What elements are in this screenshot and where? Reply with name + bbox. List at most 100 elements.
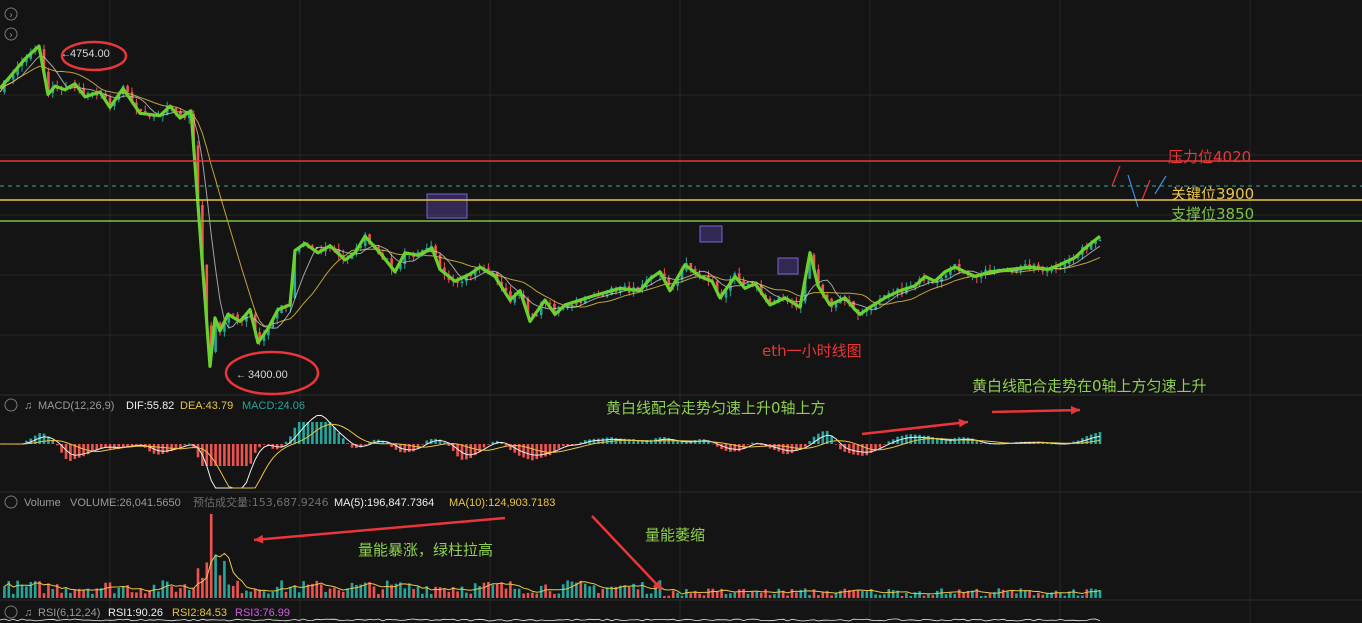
- macd-bar: [711, 443, 715, 445]
- volume-bar: [733, 592, 737, 598]
- volume-bar: [271, 591, 275, 598]
- macd-bar: [227, 444, 231, 466]
- volume-bar: [821, 592, 825, 598]
- candle-body: [927, 280, 930, 282]
- macd-bar: [55, 444, 59, 446]
- volume-bar: [117, 587, 121, 598]
- macd-bar: [544, 444, 547, 457]
- volume-bar: [715, 591, 719, 598]
- volume-ma5: MA(5):196,847.7364: [334, 497, 434, 509]
- macd-bar: [363, 444, 367, 445]
- macd-bar: [808, 441, 811, 444]
- volume-bar: [443, 588, 446, 598]
- bell-icon[interactable]: ♫: [24, 607, 32, 619]
- volume-bar: [856, 590, 860, 598]
- volume-bar: [482, 582, 486, 598]
- macd-bar: [1050, 443, 1053, 445]
- ma-line-yellow: [0, 65, 1101, 327]
- macd-bar: [786, 444, 789, 455]
- annotation-arrow-2: [991, 408, 1081, 414]
- macd-bar: [77, 444, 81, 458]
- volume-bar: [368, 582, 371, 598]
- projection-stroke: [1154, 175, 1167, 195]
- volume-bar: [676, 592, 679, 598]
- volume-bar: [447, 591, 451, 598]
- macd-bar: [927, 435, 930, 444]
- volume-bar: [350, 582, 354, 598]
- volume-bar: [544, 584, 547, 598]
- volume-panel: [3, 514, 1102, 598]
- annotation-arrow-1: [861, 420, 969, 436]
- volume-annotation-1: 量能暴涨，绿柱拉高: [358, 541, 493, 559]
- volume-bar: [20, 584, 24, 598]
- macd-bar: [447, 444, 451, 446]
- macd-bar: [179, 444, 182, 448]
- macd-bar: [487, 444, 490, 445]
- ma-line-white: [0, 55, 1101, 329]
- volume-bar: [143, 593, 147, 598]
- volume-bar: [689, 593, 693, 598]
- volume-bar: [179, 588, 182, 598]
- macd-bar: [610, 437, 613, 444]
- expand-button-2[interactable]: ›: [4, 27, 18, 41]
- volume-bar: [887, 589, 891, 598]
- volume-bar: [245, 590, 248, 598]
- volume-bar: [108, 582, 112, 598]
- trend-line: [0, 44, 1101, 368]
- volume-bar: [170, 586, 173, 598]
- volume-bar: [152, 584, 156, 598]
- volume-bar: [935, 590, 939, 598]
- volume-bar: [104, 582, 107, 598]
- collapse-icon[interactable]: [4, 605, 18, 619]
- volume-bar: [69, 592, 72, 598]
- volume-indicator-name: Volume: [24, 497, 61, 509]
- macd-bar: [535, 444, 539, 460]
- candle-body: [1023, 264, 1027, 266]
- volume-bar: [865, 591, 869, 598]
- volume-bar: [64, 588, 68, 598]
- volume-bar: [16, 580, 19, 598]
- volume-bar: [187, 590, 191, 598]
- chart-title: eth一小时线图: [762, 342, 862, 360]
- candle-body: [623, 286, 627, 288]
- volume-bar: [1081, 595, 1084, 598]
- macd-bar: [196, 444, 200, 458]
- volume-bar: [29, 581, 33, 598]
- volume-bar: [944, 594, 948, 598]
- volume-bar: [214, 554, 217, 598]
- volume-bar: [843, 588, 847, 598]
- volume-bar: [3, 586, 6, 598]
- volume-bar: [161, 580, 165, 598]
- volume-bar: [764, 589, 767, 598]
- volume-bar: [333, 587, 336, 598]
- volume-bar: [1089, 588, 1093, 598]
- collapse-icon[interactable]: [4, 398, 18, 412]
- volume-bar: [597, 593, 600, 598]
- macd-bar: [350, 444, 354, 448]
- bell-icon[interactable]: ♫: [24, 400, 32, 412]
- collapse-icon[interactable]: [4, 495, 18, 509]
- rsi2-value: RSI2:84.53: [172, 607, 227, 619]
- volume-bar: [1063, 595, 1067, 598]
- volume-bar: [1019, 588, 1023, 598]
- volume-bar: [531, 592, 534, 598]
- volume-bar: [707, 588, 710, 598]
- macd-bar: [526, 444, 530, 460]
- low-price-label: 3400.00: [248, 369, 288, 381]
- macd-bar: [790, 444, 794, 454]
- macd-bar: [315, 422, 319, 444]
- volume-bar: [11, 593, 15, 598]
- rsi-header: ♫ RSI(6,12,24) RSI1:90.26 RSI2:84.53 RSI…: [4, 605, 290, 619]
- macd-bar: [293, 427, 297, 444]
- volume-bar: [192, 587, 195, 598]
- volume-annotation-2: 量能萎缩: [645, 526, 705, 544]
- macd-bar: [341, 438, 345, 444]
- expand-button-1[interactable]: ›: [4, 7, 18, 21]
- volume-bar: [803, 588, 807, 598]
- macd-bar: [284, 441, 288, 444]
- volume-bar: [557, 593, 561, 598]
- volume-bar: [407, 583, 411, 598]
- macd-bar: [187, 443, 191, 445]
- candle-body: [1098, 239, 1102, 242]
- volume-bar: [324, 591, 327, 598]
